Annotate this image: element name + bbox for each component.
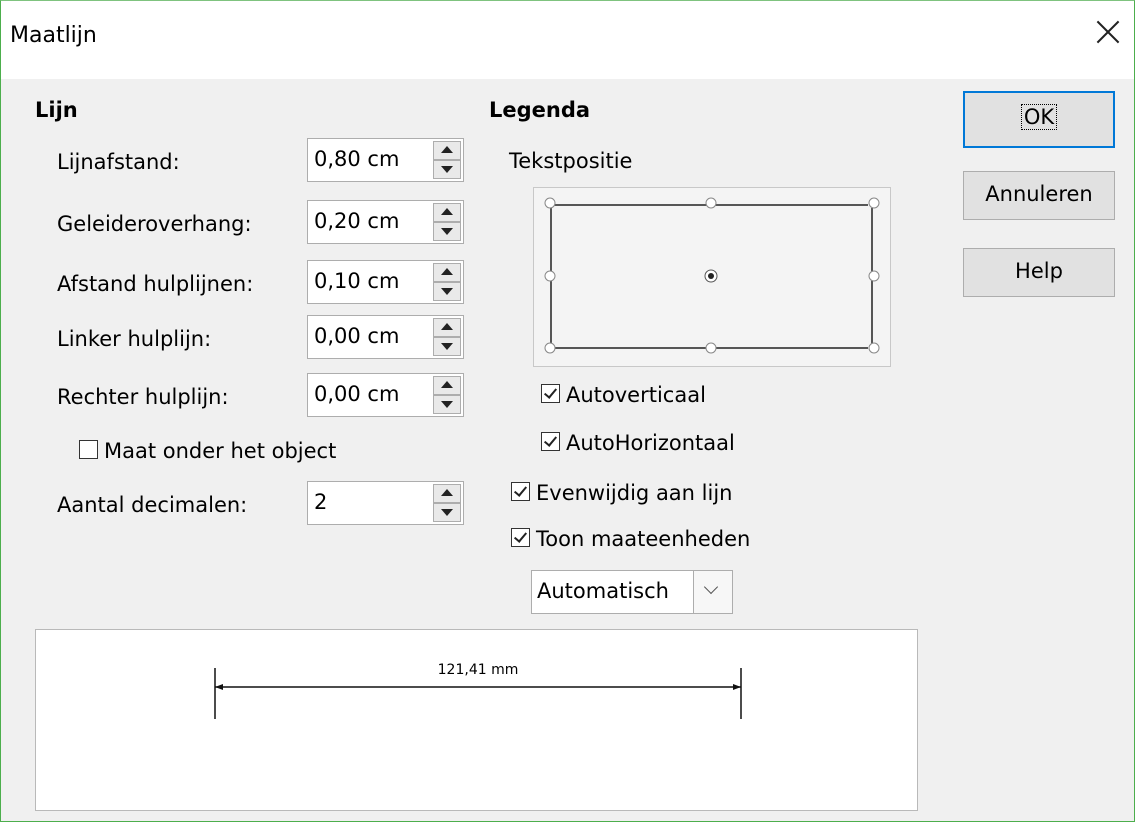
checkbox-box[interactable]: [511, 528, 530, 547]
line-distance-spinbox[interactable]: 0,80 cm: [307, 138, 464, 182]
auto-vertical-label: Autoverticaal: [566, 383, 706, 407]
dimension-preview: 121,41 mm: [35, 629, 918, 811]
preview-right-arrow: [733, 684, 741, 690]
text-position-grid: [544, 197, 880, 354]
increment-icon[interactable]: [433, 203, 461, 222]
close-icon[interactable]: [1088, 13, 1128, 53]
decimals-spinbox[interactable]: 2: [307, 481, 464, 525]
increment-icon[interactable]: [433, 141, 461, 160]
line-section-heading: Lijn: [35, 98, 78, 122]
position-radio-bottom-left: [544, 342, 556, 354]
dimension-preview-drawing: 121,41 mm: [214, 662, 742, 719]
below-object-checkbox[interactable]: Maat onder het object: [79, 439, 336, 463]
legend-section-heading: Legenda: [489, 98, 591, 122]
checkbox-box[interactable]: [79, 440, 98, 459]
position-radio-top-left: [544, 197, 556, 209]
right-guide-label: Rechter hulplijn:: [57, 385, 229, 409]
show-units-checkbox[interactable]: Toon maateenheden: [511, 527, 750, 551]
left-guide-label: Linker hulplijn:: [57, 327, 212, 351]
cancel-button[interactable]: Annuleren: [963, 171, 1115, 220]
checkbox-box[interactable]: [541, 432, 560, 451]
preview-left-arrow: [215, 684, 223, 690]
increment-icon[interactable]: [433, 263, 461, 282]
decrement-icon[interactable]: [433, 337, 461, 356]
decrement-icon[interactable]: [433, 395, 461, 414]
checkbox-box[interactable]: [541, 384, 560, 403]
parallel-checkbox[interactable]: Evenwijdig aan lijn: [511, 481, 732, 505]
increment-icon[interactable]: [433, 376, 461, 395]
help-button[interactable]: Help: [963, 248, 1115, 297]
unit-select-value[interactable]: Automatisch: [537, 579, 669, 603]
position-radio-bottom-right: [868, 342, 880, 354]
guide-overhang-spinbox[interactable]: 0,20 cm: [307, 200, 464, 244]
decrement-icon[interactable]: [433, 282, 461, 301]
left-guide-spinbox[interactable]: 0,00 cm: [307, 315, 464, 359]
right-guide-value[interactable]: 0,00 cm: [314, 382, 399, 406]
increment-icon[interactable]: [433, 484, 461, 503]
guide-overhang-label: Geleideroverhang:: [57, 212, 252, 236]
guide-distance-label: Afstand hulplijnen:: [57, 272, 254, 296]
right-guide-spinbox[interactable]: 0,00 cm: [307, 373, 464, 417]
text-position-selector[interactable]: [533, 187, 891, 367]
text-position-label: Tekstpositie: [509, 149, 633, 173]
position-radio-top-center: [705, 197, 717, 209]
show-units-label: Toon maateenheden: [536, 527, 751, 551]
line-distance-label: Lijnafstand:: [57, 150, 180, 174]
position-radio-bottom-center: [705, 342, 717, 354]
position-radio-middle-right: [868, 270, 880, 282]
decrement-icon[interactable]: [433, 222, 461, 241]
guide-overhang-value[interactable]: 0,20 cm: [314, 209, 399, 233]
left-guide-value[interactable]: 0,00 cm: [314, 324, 399, 348]
position-radio-middle-left: [544, 270, 556, 282]
preview-measure-text: 121,41 mm: [438, 662, 519, 678]
decrement-icon[interactable]: [433, 160, 461, 179]
dimension-line-dialog: Maatlijn Lijn Lijnafstand: 0,80 cm Gelei…: [0, 0, 1135, 822]
checkbox-box[interactable]: [511, 482, 530, 501]
below-object-label: Maat onder het object: [104, 439, 337, 463]
position-radio-center-dot: [708, 273, 714, 279]
increment-icon[interactable]: [433, 318, 461, 337]
decrement-icon[interactable]: [433, 503, 461, 522]
auto-horizontal-label: AutoHorizontaal: [566, 431, 735, 455]
line-distance-value[interactable]: 0,80 cm: [314, 147, 399, 171]
dialog-title: Maatlijn: [10, 23, 97, 48]
ok-button[interactable]: OK: [963, 91, 1115, 148]
ok-button-label: OK: [1020, 104, 1058, 130]
guide-distance-spinbox[interactable]: 0,10 cm: [307, 260, 464, 304]
guide-distance-value[interactable]: 0,10 cm: [314, 269, 399, 293]
position-radio-top-right: [868, 197, 880, 209]
auto-vertical-checkbox[interactable]: Autoverticaal: [541, 383, 706, 407]
title-bar: Maatlijn: [1, 1, 1134, 79]
auto-horizontal-checkbox[interactable]: AutoHorizontaal: [541, 431, 735, 455]
parallel-label: Evenwijdig aan lijn: [536, 481, 733, 505]
decimals-value[interactable]: 2: [314, 490, 327, 514]
unit-select[interactable]: Automatisch: [531, 570, 733, 614]
decimals-label: Aantal decimalen:: [57, 493, 248, 517]
chevron-down-icon[interactable]: [693, 571, 732, 613]
